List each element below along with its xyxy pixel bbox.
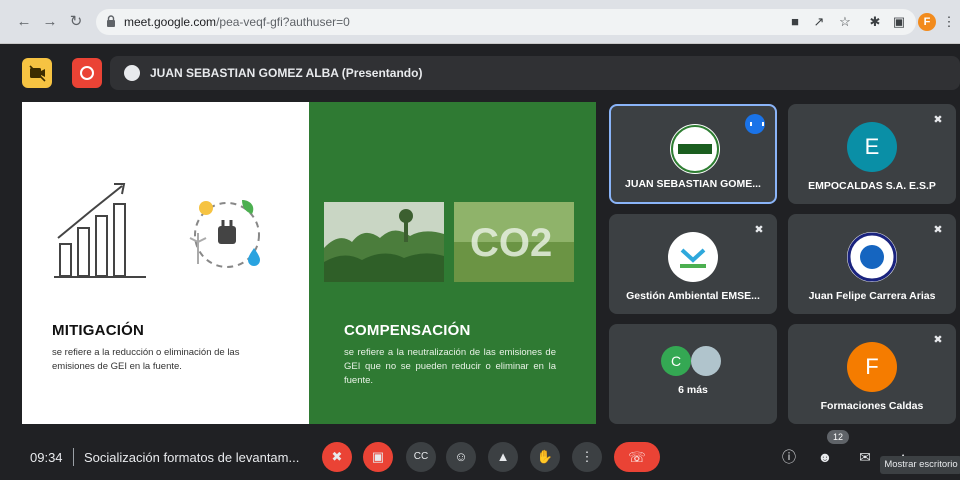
participant-tile[interactable]: JUAN SEBASTIAN GOME...	[609, 104, 777, 204]
mic-off-icon: ✖	[933, 334, 943, 346]
camera-off-icon[interactable]	[22, 58, 52, 88]
share-icon[interactable]: ↗	[810, 13, 828, 31]
mic-off-icon: ✖	[933, 114, 943, 126]
forward-arrow-icon[interactable]: →	[40, 12, 60, 32]
url-text: meet.google.com/pea-veqf-gfi?authuser=0	[124, 15, 350, 29]
url-host: meet.google.com	[124, 15, 217, 29]
profile-avatar[interactable]: F	[918, 13, 936, 31]
slide-right-panel: CO2 COMPENSACIÓN se refiere a la neutral…	[309, 102, 596, 424]
participant-avatar: C	[661, 346, 691, 376]
reload-icon[interactable]: ↻	[66, 12, 86, 32]
compensation-heading: COMPENSACIÓN	[344, 322, 471, 339]
participant-avatar: F	[847, 342, 897, 392]
show-desktop-tooltip: Mostrar escritorio	[880, 456, 960, 474]
participant-tile[interactable]: E ✖ EMPOCALDAS S.A. E.S.P	[788, 104, 956, 204]
back-arrow-icon[interactable]: ←	[14, 12, 34, 32]
meeting-info-icon[interactable]: ⓘ	[778, 446, 800, 468]
presented-slide: MITIGACIÓN se refiere a la reducción o e…	[22, 102, 596, 424]
presenter-name: JUAN SEBASTIAN GOMEZ ALBA (Presentando)	[150, 66, 423, 80]
lock-icon	[107, 15, 115, 27]
emservi-logo	[668, 232, 718, 282]
speaking-indicator-icon	[745, 114, 765, 134]
meeting-clock: 09:34	[30, 450, 63, 465]
camera-off-button[interactable]: ▣	[363, 442, 393, 472]
participant-photo-avatar	[691, 346, 721, 376]
url-path: /pea-veqf-gfi?authuser=0	[216, 15, 350, 29]
more-options-button[interactable]: ⋮	[572, 442, 602, 472]
sidepanel-icon[interactable]: ▣	[890, 13, 908, 31]
mitigation-body: se refiere a la reducción o eliminación …	[52, 347, 240, 372]
bookmark-star-icon[interactable]: ☆	[836, 13, 854, 31]
energy-plug-illustration	[189, 200, 260, 268]
co2-text: CO2	[470, 221, 552, 265]
mic-off-button[interactable]: ✖	[322, 442, 352, 472]
fenalco-logo	[670, 124, 720, 174]
participant-name: EMPOCALDAS S.A. E.S.P	[808, 180, 936, 192]
meet-top-bar: JUAN SEBASTIAN GOMEZ ALBA (Presentando)	[8, 56, 960, 92]
raise-hand-button[interactable]: ✋	[530, 442, 560, 472]
menu-dots-icon[interactable]: ⋮	[940, 13, 958, 31]
extensions-icon[interactable]: ✱	[866, 13, 884, 31]
emoji-button[interactable]: ☺	[446, 442, 476, 472]
captions-button[interactable]: CC	[406, 442, 436, 472]
participant-name: Gestión Ambiental EMSE...	[626, 290, 760, 302]
co2-photo: CO2	[454, 202, 574, 282]
participant-name: JUAN SEBASTIAN GOME...	[625, 178, 761, 190]
browser-toolbar: ← → ↻ meet.google.com/pea-veqf-gfi?authu…	[0, 0, 960, 44]
participant-tile[interactable]: ✖ Gestión Ambiental EMSE...	[609, 214, 777, 314]
participant-tile[interactable]: ✖ Juan Felipe Carrera Arias	[788, 214, 956, 314]
people-icon[interactable]: ☻	[814, 446, 836, 468]
mic-off-icon: ✖	[754, 224, 764, 236]
present-screen-button[interactable]: ▲	[488, 442, 518, 472]
growth-bars-illustration	[54, 183, 146, 278]
participant-tile-more[interactable]: C 6 más	[609, 324, 777, 424]
meet-controls-bar: 09:34 Socialización formatos de levantam…	[0, 430, 960, 480]
forest-photo	[324, 202, 444, 282]
slide-left-panel: MITIGACIÓN se refiere a la reducción o e…	[22, 102, 309, 424]
recording-icon[interactable]	[72, 58, 102, 88]
camera-indicator-icon[interactable]: ■	[786, 13, 804, 31]
compensation-body: se refiere a la neutralización de las em…	[344, 347, 556, 386]
presenter-banner: JUAN SEBASTIAN GOMEZ ALBA (Presentando)	[110, 56, 960, 90]
mitigation-heading: MITIGACIÓN	[52, 322, 144, 339]
participants-count-badge: 12	[827, 430, 849, 444]
presenter-avatar	[124, 65, 140, 81]
participant-logo	[847, 232, 897, 282]
participant-avatar: E	[847, 122, 897, 172]
participant-name: Formaciones Caldas	[820, 400, 924, 412]
meet-stage: JUAN SEBASTIAN GOMEZ ALBA (Presentando)	[0, 44, 960, 480]
mic-off-icon: ✖	[933, 224, 943, 236]
leave-call-button[interactable]: ☏	[614, 442, 660, 472]
chat-icon[interactable]: ✉	[854, 446, 876, 468]
more-participants-label: 6 más	[678, 384, 708, 396]
divider	[73, 448, 74, 466]
participant-name: Juan Felipe Carrera Arias	[808, 290, 936, 302]
participant-tile[interactable]: F ✖ Formaciones Caldas	[788, 324, 956, 424]
meeting-title: Socialización formatos de levantam...	[84, 450, 300, 465]
